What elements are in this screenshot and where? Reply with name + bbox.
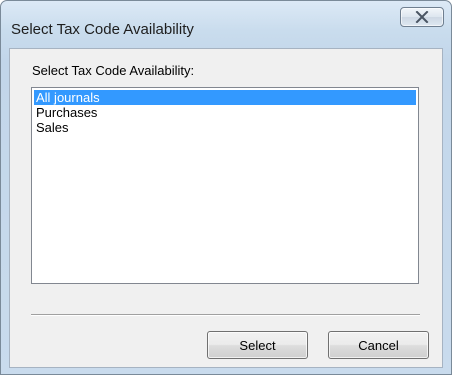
dialog-window: Select Tax Code Availability Select Tax … (0, 0, 452, 375)
window-title: Select Tax Code Availability (11, 21, 194, 38)
prompt-label: Select Tax Code Availability: (32, 63, 195, 78)
title-bar[interactable]: Select Tax Code Availability (1, 1, 451, 48)
list-item-sales[interactable]: Sales (34, 120, 416, 135)
separator (31, 314, 420, 316)
close-button[interactable] (400, 7, 444, 27)
list-item-all-journals[interactable]: All journals (34, 90, 416, 105)
list-item-purchases[interactable]: Purchases (34, 105, 416, 120)
cancel-button[interactable]: Cancel (328, 331, 429, 359)
tax-code-availability-list[interactable]: All journals Purchases Sales (31, 87, 419, 284)
dialog-client-area: Select Tax Code Availability: All journa… (9, 48, 443, 368)
select-button[interactable]: Select (207, 331, 308, 359)
close-icon (415, 11, 429, 23)
